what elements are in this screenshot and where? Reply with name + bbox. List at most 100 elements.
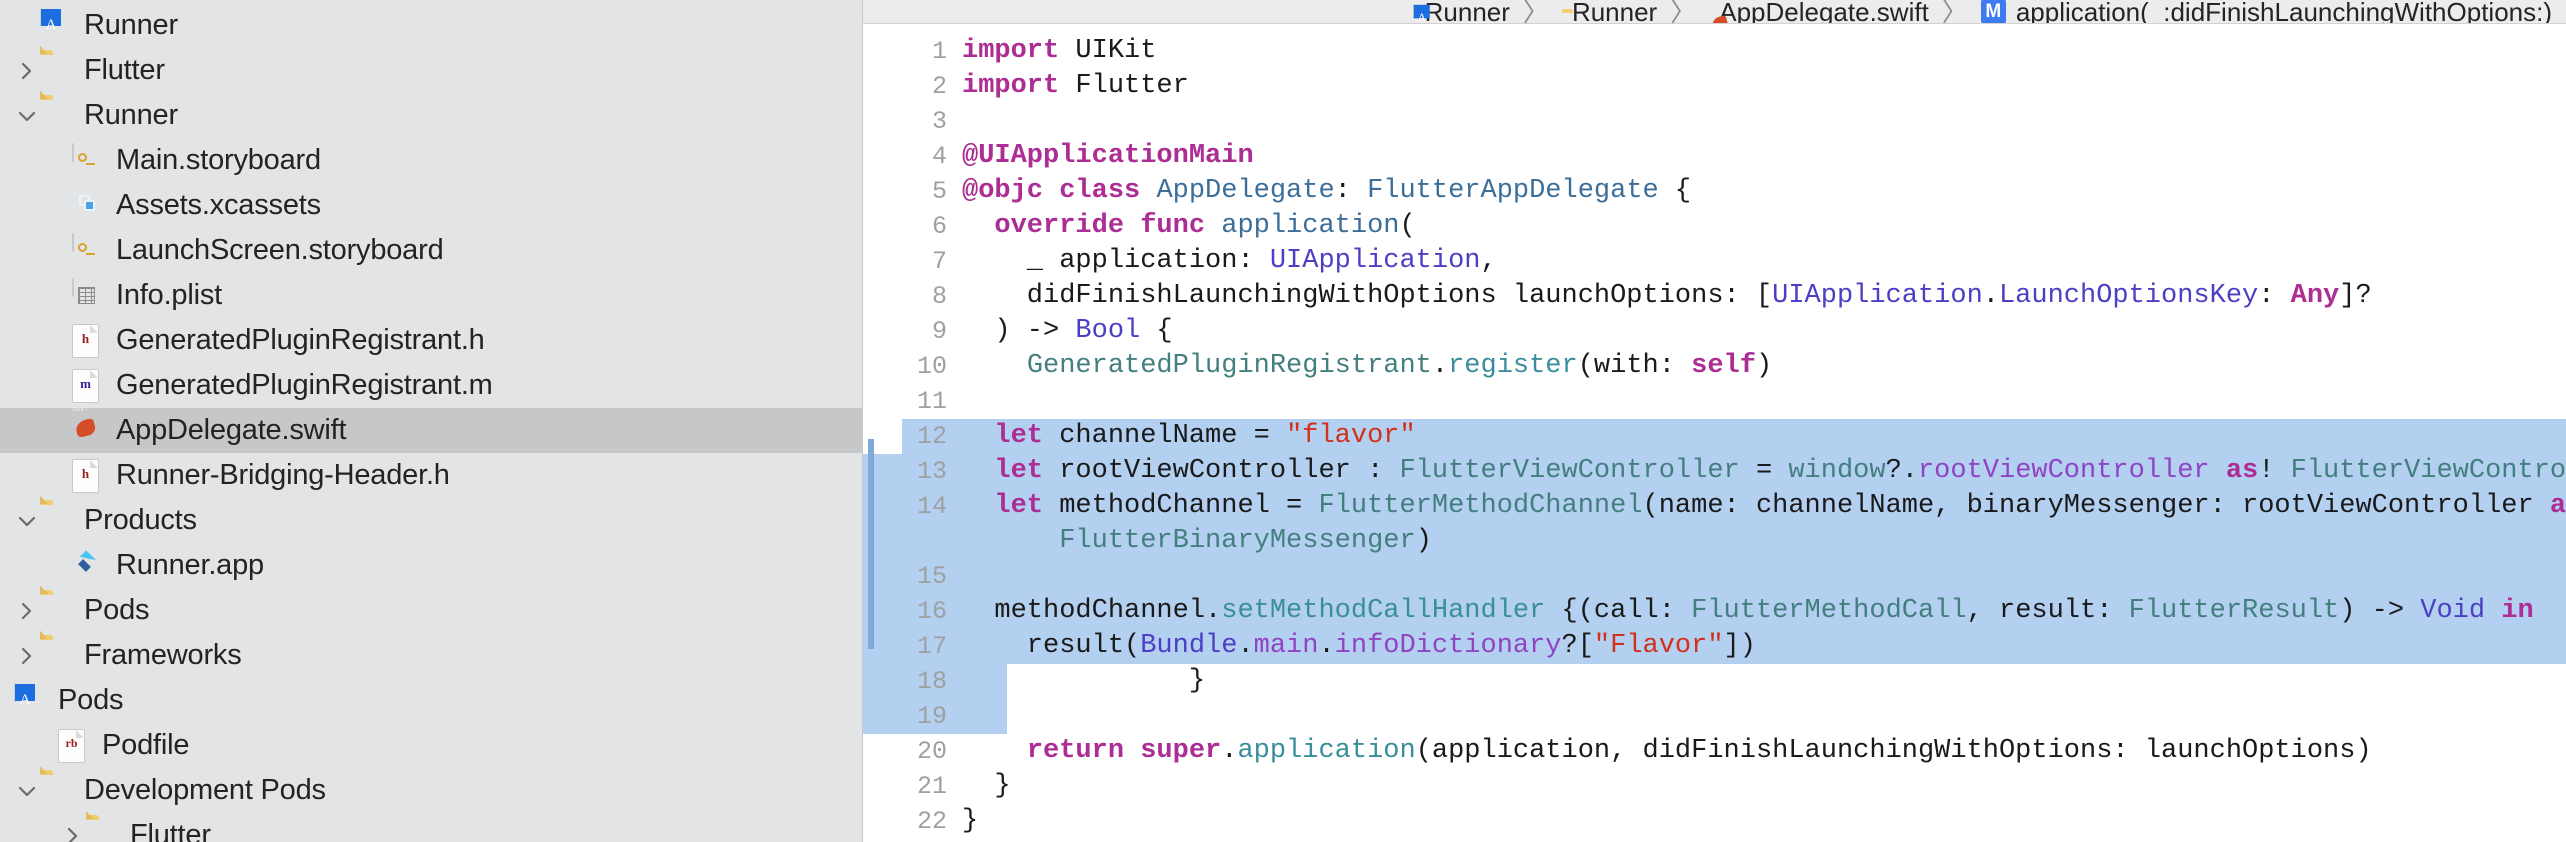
code-lines: 1 import UIKit 2 import Flutter 3 4 @UIA… xyxy=(862,24,2566,842)
nav-item-flutter-group[interactable]: Flutter xyxy=(0,48,862,93)
line-number: 19 xyxy=(916,702,947,731)
line-number: 3 xyxy=(931,107,947,136)
nav-item-generatedpluginregistrant-h[interactable]: h GeneratedPluginRegistrant.h xyxy=(0,318,862,363)
breadcrumb-item-project[interactable]: A Runner xyxy=(1412,0,1510,23)
header-file-icon: h xyxy=(72,458,102,493)
nav-item-podfile[interactable]: rb Podfile xyxy=(0,723,862,768)
nav-item-info-plist[interactable]: Info.plist xyxy=(0,273,862,318)
code-line-text xyxy=(862,559,2566,594)
folder-icon xyxy=(40,774,70,808)
project-navigator[interactable]: A Runner Flutter Runner Main.storyboard xyxy=(0,0,862,842)
breadcrumb-label: application(_:didFinishLaunchingWithOpti… xyxy=(2015,0,2552,24)
nav-item-runner-project[interactable]: A Runner xyxy=(0,3,862,48)
code-line: 11 xyxy=(862,384,2566,419)
breadcrumb[interactable]: A Runner 〉 Runner 〉 AppDelegate.swift 〉 … xyxy=(862,0,2566,24)
nav-item-pods-group[interactable]: Pods xyxy=(0,588,862,633)
code-line: 7 _ application: UIApplication, xyxy=(862,244,2566,279)
code-line: 8 didFinishLaunchingWithOptions launchOp… xyxy=(862,279,2566,314)
line-number: 22 xyxy=(916,807,947,836)
code-line: 21 } xyxy=(862,769,2566,804)
header-file-icon: h xyxy=(72,323,102,358)
chevron-right-icon[interactable] xyxy=(14,646,40,666)
nav-item-label: Runner.app xyxy=(116,549,264,581)
nav-item-label: Flutter xyxy=(130,819,211,842)
nav-item-label: AppDelegate.swift xyxy=(116,414,347,446)
nav-item-label: Development Pods xyxy=(84,774,326,806)
line-number: 11 xyxy=(916,387,947,416)
breadcrumb-item-group[interactable]: Runner xyxy=(1562,0,1657,23)
ruby-file-icon: rb xyxy=(58,728,88,763)
code-line: 4 @UIApplicationMain xyxy=(862,139,2566,174)
xcode-project-icon: A xyxy=(1412,3,1426,23)
code-line: 18 } xyxy=(862,629,2566,734)
code-line-text: override func application( xyxy=(994,211,1416,241)
code-line-text: return super.application(application, di… xyxy=(1026,736,2372,766)
nav-item-runner-group[interactable]: Runner xyxy=(0,93,862,138)
nav-item-appdelegate-swift[interactable]: AppDelegate.swift xyxy=(0,408,862,453)
source-editor: A Runner 〉 Runner 〉 AppDelegate.swift 〉 … xyxy=(862,0,2566,842)
nav-item-label: GeneratedPluginRegistrant.m xyxy=(116,369,493,401)
code-canvas[interactable]: 1 import UIKit 2 import Flutter 3 4 @UIA… xyxy=(862,24,2566,842)
folder-icon xyxy=(40,54,70,88)
code-line: 5 @objc class AppDelegate: FlutterAppDel… xyxy=(862,174,2566,209)
nav-item-label: Pods xyxy=(84,594,150,626)
nav-item-label: Runner-Bridging-Header.h xyxy=(116,459,450,491)
line-number: 17 xyxy=(916,632,947,661)
code-line: 12 let channelName = "flavor" xyxy=(862,419,2566,454)
nav-item-label: Assets.xcassets xyxy=(116,189,321,221)
code-line-text: } xyxy=(962,771,1011,801)
code-line: 3 xyxy=(862,104,2566,139)
breadcrumb-item-file[interactable]: AppDelegate.swift xyxy=(1709,0,1929,24)
nav-item-generatedpluginregistrant-m[interactable]: m GeneratedPluginRegistrant.m xyxy=(0,363,862,408)
nav-item-label: LaunchScreen.storyboard xyxy=(116,234,444,266)
line-number: 2 xyxy=(931,72,947,101)
nav-item-label: Flutter xyxy=(84,54,165,86)
code-line: 20 return super.application(application,… xyxy=(862,734,2566,769)
nav-item-pods-project[interactable]: A Pods xyxy=(0,678,862,723)
chevron-right-icon[interactable] xyxy=(14,61,40,81)
breadcrumb-separator-icon: 〉 xyxy=(1522,0,1549,24)
code-line-text: let channelName = "flavor" xyxy=(902,419,2566,454)
code-line-text: _ application: UIApplication, xyxy=(962,246,1497,276)
chevron-right-icon[interactable] xyxy=(60,826,86,842)
navigator-editor-divider[interactable] xyxy=(862,0,863,842)
xcode-project-icon: A xyxy=(40,7,70,43)
nav-item-label: Products xyxy=(84,504,197,536)
line-number: 13 xyxy=(916,457,947,486)
chevron-down-icon[interactable] xyxy=(14,514,40,528)
xcassets-icon xyxy=(72,189,102,223)
flutter-app-icon xyxy=(72,547,102,583)
line-number: 21 xyxy=(916,772,947,801)
code-line: 2 import Flutter xyxy=(862,69,2566,104)
code-line-text: GeneratedPluginRegistrant.register(with:… xyxy=(1026,351,1773,381)
chevron-down-icon[interactable] xyxy=(14,109,40,123)
nav-item-main-storyboard[interactable]: Main.storyboard xyxy=(0,138,862,183)
nav-item-label: Info.plist xyxy=(116,279,222,311)
nav-item-development-pods-flutter[interactable]: Flutter xyxy=(0,813,862,842)
line-number: 7 xyxy=(931,247,947,276)
code-line-wrapped: FlutterBinaryMessenger) xyxy=(862,524,2566,559)
nav-item-launchscreen-storyboard[interactable]: LaunchScreen.storyboard xyxy=(0,228,862,273)
breadcrumb-label: AppDelegate.swift xyxy=(1719,0,1929,24)
nav-item-assets-xcassets[interactable]: Assets.xcassets xyxy=(0,183,862,228)
nav-item-development-pods-group[interactable]: Development Pods xyxy=(0,768,862,813)
chevron-right-icon[interactable] xyxy=(14,601,40,621)
line-number: 4 xyxy=(931,142,947,171)
code-line-text: methodChannel.setMethodCallHandler {(cal… xyxy=(862,594,2566,629)
breadcrumb-separator-icon: 〉 xyxy=(1670,0,1697,24)
storyboard-icon xyxy=(72,232,102,268)
folder-icon xyxy=(40,99,70,133)
line-number xyxy=(862,524,947,559)
code-line: 22 } xyxy=(862,804,2566,839)
nav-item-products-group[interactable]: Products xyxy=(0,498,862,543)
line-number: 18 xyxy=(916,667,947,696)
line-number: 14 xyxy=(916,492,947,521)
nav-item-runner-bridging-header-h[interactable]: h Runner-Bridging-Header.h xyxy=(0,453,862,498)
nav-item-frameworks-group[interactable]: Frameworks xyxy=(0,633,862,678)
chevron-down-icon[interactable] xyxy=(14,784,40,798)
code-line-text: } xyxy=(862,629,1205,734)
line-number: 6 xyxy=(931,212,947,241)
plist-icon xyxy=(72,277,102,313)
breadcrumb-item-symbol[interactable]: M application(_:didFinishLaunchingWithOp… xyxy=(1980,0,2566,24)
nav-item-runner-app[interactable]: Runner.app xyxy=(0,543,862,588)
